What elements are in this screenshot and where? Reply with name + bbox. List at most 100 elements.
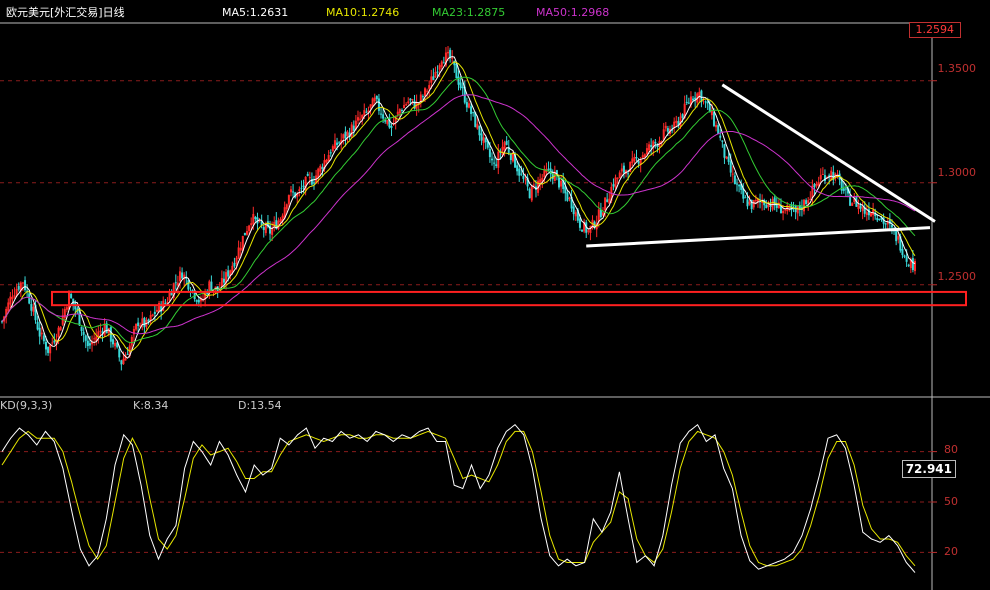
candle-body — [40, 332, 43, 335]
candle-body — [509, 153, 512, 161]
candle-body — [805, 200, 808, 205]
candle-body — [901, 248, 904, 256]
horizontal-support-line — [586, 226, 931, 248]
candle-body — [675, 120, 678, 123]
candle-body — [306, 173, 309, 176]
candle-body — [407, 101, 410, 104]
candle-body — [821, 173, 824, 175]
candle-body — [63, 308, 66, 319]
candle-body — [733, 175, 736, 185]
candle-body — [725, 156, 728, 159]
candle-body — [897, 236, 900, 240]
candle-body — [470, 106, 473, 114]
candle-body — [30, 304, 33, 311]
candle-body — [158, 302, 161, 311]
candle-body — [465, 102, 468, 108]
candle-body — [736, 183, 739, 185]
ma50-legend: MA50:1.2968 — [536, 6, 610, 19]
candle-body — [423, 88, 426, 96]
candle-body — [227, 270, 230, 277]
candle-body — [664, 125, 667, 129]
candle-body — [331, 146, 334, 152]
candle-body — [15, 289, 18, 295]
candlesticks — [1, 46, 916, 371]
candle-body — [237, 247, 240, 259]
candle-body — [754, 200, 757, 202]
candle-body — [685, 101, 688, 103]
candle-body — [103, 323, 106, 336]
candle-body — [21, 282, 24, 284]
candle-body — [876, 217, 879, 221]
candle-body — [352, 125, 355, 131]
candle-body — [430, 76, 433, 83]
candle-body — [246, 230, 249, 235]
candle-body — [467, 103, 470, 108]
candle-body — [32, 306, 35, 312]
candle-body — [807, 200, 810, 204]
candle-body — [428, 85, 431, 89]
candle-body — [727, 156, 730, 162]
candle-body — [491, 158, 494, 161]
last-price-label: 1.2594 — [908, 22, 961, 38]
candle-body — [317, 168, 320, 178]
candle-body — [842, 188, 845, 191]
candle-body — [222, 278, 225, 283]
candle-body — [692, 98, 695, 101]
kd-indicator-name: KD(9,3,3) — [0, 399, 53, 412]
candle-body — [447, 51, 450, 54]
candle-body — [532, 184, 535, 186]
candle-body — [421, 96, 424, 98]
candle-body — [503, 142, 506, 150]
candle-body — [704, 101, 707, 103]
candle-body — [748, 201, 751, 205]
candle-body — [371, 98, 374, 107]
candle-body — [687, 102, 690, 104]
candle-body — [606, 199, 609, 202]
candle-body — [239, 247, 242, 251]
candle-body — [149, 315, 152, 321]
candle-body — [878, 218, 881, 220]
candle-body — [616, 177, 619, 179]
candle-body — [120, 360, 123, 365]
candle-body — [111, 339, 114, 345]
candle-body — [648, 144, 651, 151]
candle-body — [568, 197, 571, 199]
candle-body — [803, 199, 806, 212]
candle-body — [459, 82, 462, 89]
candle-body — [155, 309, 158, 312]
candle-body — [721, 140, 724, 142]
candle-body — [13, 295, 16, 298]
candle-body — [114, 342, 117, 347]
candle-body — [493, 162, 496, 164]
candle-body — [126, 353, 129, 355]
candle-body — [195, 300, 198, 302]
candle-body — [151, 314, 154, 316]
candle-body — [11, 296, 14, 300]
candle-body — [57, 327, 60, 338]
kd-d-value: D:13.54 — [238, 399, 282, 412]
candle-body — [47, 346, 50, 353]
candle-body — [373, 97, 376, 102]
candle-body — [38, 327, 41, 337]
candle-body — [382, 114, 385, 119]
candle-body — [765, 204, 768, 209]
candle-body — [426, 90, 429, 92]
candle-body — [181, 272, 184, 279]
candle-body — [729, 161, 732, 173]
candle-body — [645, 148, 648, 155]
candle-body — [313, 182, 316, 184]
candle-body — [476, 123, 479, 129]
candle-body — [488, 149, 491, 158]
candle-body — [80, 326, 83, 332]
forex-daily-chart — [0, 22, 990, 590]
candle-body — [712, 112, 715, 126]
candle-body — [522, 175, 525, 179]
candle-body — [359, 118, 362, 120]
candle-body — [505, 140, 508, 145]
candle-body — [302, 185, 305, 188]
candle-body — [342, 134, 345, 139]
candle-body — [859, 205, 862, 209]
y-tick-1.3000: 1.3000 — [937, 166, 977, 179]
candle-body — [365, 111, 368, 113]
candle-body — [84, 335, 87, 341]
